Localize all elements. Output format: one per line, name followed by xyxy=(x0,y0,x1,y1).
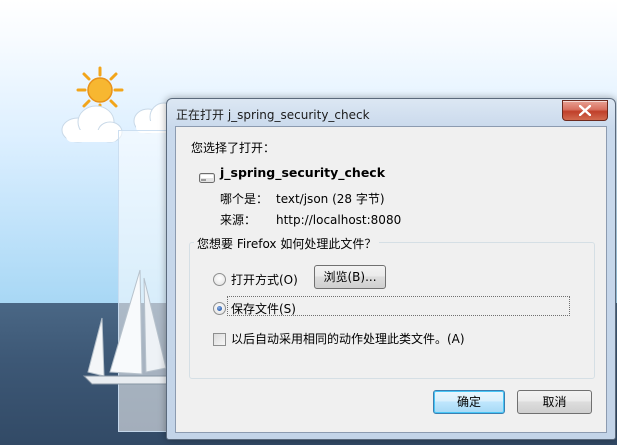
remember-choice-label[interactable]: 以后自动采用相同的动作处理此类文件。(A) xyxy=(231,330,465,347)
dialog-title: 正在打开 j_spring_security_check xyxy=(176,108,370,122)
open-with-radio[interactable] xyxy=(213,273,226,286)
cloud-icon xyxy=(61,105,123,143)
save-file-label[interactable]: 保存文件(S) xyxy=(231,300,296,317)
close-icon xyxy=(579,105,591,116)
remember-choice-checkbox[interactable] xyxy=(213,333,226,346)
file-icon xyxy=(199,173,215,183)
ok-button[interactable]: 确定 xyxy=(433,390,505,414)
file-source-row: 来源： http://localhost:8080 xyxy=(220,211,401,228)
action-group-title: 您想要 Firefox 如何处理此文件？ xyxy=(194,235,380,252)
file-type-value: text/json (28 字节) xyxy=(276,192,385,206)
dialog-titlebar[interactable]: 正在打开 j_spring_security_check xyxy=(167,99,615,127)
save-file-radio[interactable] xyxy=(213,302,226,315)
file-name: j_spring_security_check xyxy=(220,165,386,180)
file-source-value: http://localhost:8080 xyxy=(276,213,402,227)
open-with-label[interactable]: 打开方式(O) xyxy=(231,271,298,288)
close-button[interactable] xyxy=(562,100,608,121)
open-file-dialog: 正在打开 j_spring_security_check 您选择了打开： j_s… xyxy=(166,98,616,440)
file-type-row: 哪个是： text/json (28 字节) xyxy=(220,190,385,207)
cancel-button[interactable]: 取消 xyxy=(517,390,592,414)
dialog-body: 您选择了打开： j_spring_security_check 哪个是： text… xyxy=(175,126,607,433)
browse-button[interactable]: 浏览(B)... xyxy=(314,265,386,289)
file-source-label: 来源： xyxy=(220,213,257,227)
dialog-heading: 您选择了打开： xyxy=(191,141,276,155)
file-type-label: 哪个是： xyxy=(220,192,269,206)
